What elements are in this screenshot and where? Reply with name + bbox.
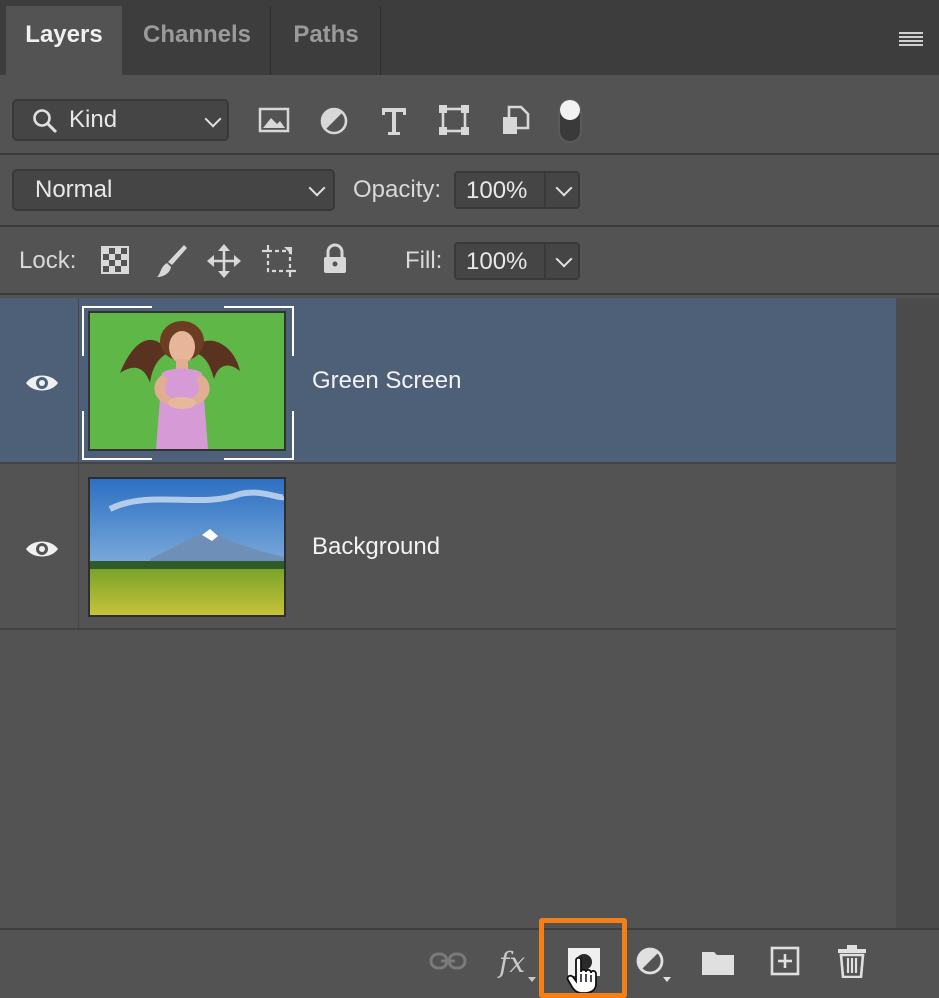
tab-paths[interactable]: Paths xyxy=(272,6,380,75)
panel-tab-bar: Layers Channels Paths xyxy=(0,0,939,75)
chevron-down-icon xyxy=(308,179,326,197)
layer-name[interactable]: Background xyxy=(312,533,440,561)
blend-mode-label: Normal xyxy=(35,176,113,203)
chevron-down-icon[interactable] xyxy=(555,179,573,197)
opacity-value[interactable]: 100% xyxy=(466,177,527,205)
delete-layer-icon[interactable] xyxy=(837,944,867,978)
layer-name[interactable]: Green Screen xyxy=(312,367,461,395)
layer-row[interactable]: Background xyxy=(0,464,896,628)
visibility-column xyxy=(0,298,79,462)
eye-icon[interactable] xyxy=(25,539,59,559)
divider xyxy=(0,293,939,295)
panel-menu-icon[interactable] xyxy=(899,32,923,50)
fill-value[interactable]: 100% xyxy=(466,248,527,276)
divider xyxy=(0,628,896,630)
lock-image-pixels-icon[interactable] xyxy=(156,243,188,279)
shape-filter-icon[interactable] xyxy=(438,104,470,136)
scrollbar[interactable] xyxy=(896,298,939,928)
layer-thumbnail[interactable] xyxy=(88,477,286,617)
panel-bottom-toolbar: fx xyxy=(0,928,939,996)
tab-separator xyxy=(380,6,381,75)
chevron-down-icon xyxy=(204,110,222,128)
link-layers-icon[interactable] xyxy=(429,950,467,972)
woman-on-green-screen-image xyxy=(90,313,284,449)
kind-label: Kind xyxy=(69,106,118,133)
fill-field[interactable]: 100% xyxy=(454,242,580,280)
divider xyxy=(0,153,939,155)
tab-channels[interactable]: Channels xyxy=(124,6,270,75)
type-filter-icon[interactable] xyxy=(380,106,408,136)
lock-label: Lock: xyxy=(19,247,77,274)
svg-text:fx: fx xyxy=(497,946,525,979)
mountain-meadow-landscape-image xyxy=(90,479,284,615)
layer-row[interactable]: Green Screen xyxy=(0,298,896,462)
blend-mode-dropdown[interactable]: Normal xyxy=(12,169,335,211)
filter-toggle-icon[interactable] xyxy=(557,98,583,144)
fx-icon[interactable]: fx xyxy=(497,944,539,984)
field-divider xyxy=(544,244,546,278)
tab-layers[interactable]: Layers xyxy=(6,6,122,75)
new-group-icon[interactable] xyxy=(701,948,735,976)
lock-position-icon[interactable] xyxy=(207,244,241,278)
lock-artboard-icon[interactable] xyxy=(262,244,298,278)
add-layer-mask-highlight xyxy=(539,918,627,998)
new-layer-icon[interactable] xyxy=(770,946,800,976)
layers-panel: Layers Channels Paths Kind Normal Opacit… xyxy=(0,0,939,998)
tab-separator xyxy=(270,6,271,75)
adjustment-filter-icon[interactable] xyxy=(319,106,349,136)
kind-filter-dropdown[interactable]: Kind xyxy=(12,99,229,141)
smart-object-filter-icon[interactable] xyxy=(501,104,531,136)
chevron-down-icon[interactable] xyxy=(555,250,573,268)
image-filter-icon[interactable] xyxy=(258,106,290,134)
visibility-column xyxy=(0,464,79,628)
fill-label: Fill: xyxy=(405,247,443,274)
divider xyxy=(0,225,939,227)
opacity-label: Opacity: xyxy=(353,176,442,203)
search-icon xyxy=(33,109,58,134)
opacity-field[interactable]: 100% xyxy=(454,171,580,209)
field-divider xyxy=(544,173,546,207)
layer-thumbnail[interactable] xyxy=(88,311,286,451)
lock-all-icon[interactable] xyxy=(322,243,348,275)
adjustment-layer-icon[interactable] xyxy=(635,946,675,984)
eye-icon[interactable] xyxy=(25,373,59,393)
lock-transparent-pixels-icon[interactable] xyxy=(101,246,129,274)
